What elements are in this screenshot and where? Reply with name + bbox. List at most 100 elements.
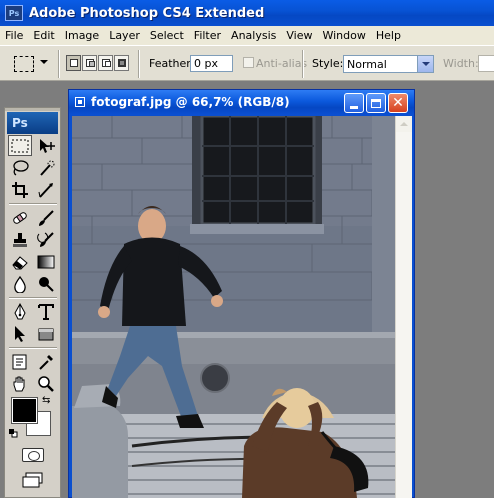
- image-canvas[interactable]: [72, 116, 395, 498]
- style-select[interactable]: Normal: [343, 55, 434, 73]
- rectangular-marquee-tool[interactable]: [8, 135, 32, 156]
- eyedropper-tool[interactable]: [34, 351, 58, 372]
- maximize-icon: [371, 98, 381, 108]
- slice-icon: [38, 182, 53, 198]
- chevron-up-icon: [400, 122, 408, 126]
- feather-label: Feather:: [149, 57, 195, 70]
- type-tool[interactable]: [34, 301, 58, 322]
- rectangle-icon: [38, 328, 54, 340]
- tools-panel: Ps ⇆: [4, 107, 61, 498]
- spot-healing-tool[interactable]: [8, 207, 32, 228]
- menu-help[interactable]: Help: [371, 29, 406, 42]
- droplet-icon: [14, 275, 26, 293]
- menu-select[interactable]: Select: [145, 29, 189, 42]
- chevron-down-icon: [421, 62, 430, 66]
- arrow-pointer-icon: [15, 325, 25, 342]
- crop-tool[interactable]: [8, 179, 32, 200]
- screen-mode-button[interactable]: [22, 472, 46, 488]
- history-brush-tool[interactable]: [34, 229, 58, 250]
- gradient-tool[interactable]: [34, 251, 58, 272]
- document-title-bar[interactable]: fotograf.jpg @ 66,7% (RGB/8) ✕: [69, 90, 414, 115]
- menu-edit[interactable]: Edit: [28, 29, 59, 42]
- document-icon: [75, 97, 85, 107]
- options-separator: [302, 50, 304, 78]
- foreground-color-swatch[interactable]: [11, 397, 38, 424]
- tool-preset-dropdown-icon[interactable]: [40, 60, 48, 64]
- add-to-selection-button[interactable]: [82, 55, 97, 71]
- menu-view[interactable]: View: [281, 29, 317, 42]
- notes-tool[interactable]: [8, 351, 32, 372]
- bandage-icon: [13, 211, 27, 224]
- lasso-icon: [13, 159, 29, 176]
- clone-stamp-tool[interactable]: [8, 229, 32, 250]
- tools-panel-grip[interactable]: [5, 108, 60, 111]
- quick-mask-button[interactable]: [22, 448, 44, 462]
- blur-tool[interactable]: [8, 273, 32, 294]
- style-label: Style:: [312, 57, 344, 70]
- eyedropper-icon: [39, 354, 53, 370]
- minimize-button[interactable]: [344, 93, 364, 113]
- subtract-from-selection-button[interactable]: [98, 55, 113, 71]
- path-selection-tool[interactable]: [8, 323, 32, 344]
- app-title-bar[interactable]: Ps Adobe Photoshop CS4 Extended: [0, 0, 494, 26]
- menu-image[interactable]: Image: [60, 29, 104, 42]
- move-tool[interactable]: [34, 135, 58, 156]
- gradient-icon: [37, 255, 55, 268]
- options-separator: [138, 50, 140, 78]
- scroll-up-button[interactable]: [396, 116, 412, 132]
- menu-analysis[interactable]: Analysis: [226, 29, 281, 42]
- document-title: fotograf.jpg @ 66,7% (RGB/8): [91, 95, 290, 109]
- document-window: fotograf.jpg @ 66,7% (RGB/8) ✕: [68, 89, 415, 498]
- eraser-icon: [12, 255, 28, 269]
- dodge-tool[interactable]: [34, 273, 58, 294]
- pen-icon: [14, 302, 26, 319]
- type-icon: [38, 303, 54, 320]
- stamp-icon: [13, 232, 27, 247]
- magnifier-icon: [38, 375, 54, 392]
- width-input[interactable]: [478, 55, 494, 72]
- tool-preset-marquee-icon[interactable]: [14, 56, 34, 72]
- anti-alias-checkbox[interactable]: [243, 57, 254, 68]
- move-icon: [40, 138, 55, 153]
- dodge-icon: [39, 276, 54, 292]
- brush-tool[interactable]: [34, 207, 58, 228]
- swap-colors-icon[interactable]: ⇆: [42, 395, 50, 406]
- tools-panel-logo: Ps: [7, 112, 58, 134]
- maximize-button[interactable]: [366, 93, 386, 113]
- rectangle-shape-tool[interactable]: [34, 323, 58, 344]
- tools-divider: [9, 203, 57, 205]
- style-dropdown-button[interactable]: [417, 56, 433, 72]
- options-separator: [58, 50, 60, 78]
- history-brush-icon: [37, 231, 54, 247]
- menu-layer[interactable]: Layer: [104, 29, 145, 42]
- tools-divider: [9, 297, 57, 299]
- slice-tool[interactable]: [34, 179, 58, 200]
- zoom-tool[interactable]: [34, 373, 58, 394]
- pen-tool[interactable]: [8, 301, 32, 322]
- photo-image: [72, 116, 395, 498]
- brush-icon: [39, 209, 54, 226]
- close-button[interactable]: ✕: [388, 93, 408, 113]
- new-selection-button[interactable]: [66, 55, 81, 71]
- app-title: Adobe Photoshop CS4 Extended: [29, 5, 265, 21]
- eraser-tool[interactable]: [8, 251, 32, 272]
- marquee-icon: [11, 139, 29, 152]
- width-label: Width:: [443, 57, 479, 70]
- photoshop-logo-icon: Ps: [5, 5, 23, 21]
- default-colors-icon[interactable]: [9, 429, 18, 438]
- vertical-scrollbar[interactable]: [395, 116, 412, 498]
- close-icon: ✕: [392, 95, 404, 111]
- quick-selection-icon: [40, 160, 55, 176]
- hand-tool[interactable]: [8, 373, 32, 394]
- crop-icon: [12, 181, 28, 198]
- quick-selection-tool[interactable]: [34, 157, 58, 178]
- menu-window[interactable]: Window: [317, 29, 370, 42]
- menu-bar: File Edit Image Layer Select Filter Anal…: [0, 26, 494, 45]
- intersect-selection-button[interactable]: [114, 55, 129, 71]
- menu-filter[interactable]: Filter: [189, 29, 226, 42]
- lasso-tool[interactable]: [8, 157, 32, 178]
- feather-input[interactable]: [190, 55, 233, 72]
- menu-file[interactable]: File: [0, 29, 28, 42]
- options-bar: Feather: Anti-alias Style: Normal Width:: [0, 45, 494, 81]
- tools-divider: [9, 347, 57, 349]
